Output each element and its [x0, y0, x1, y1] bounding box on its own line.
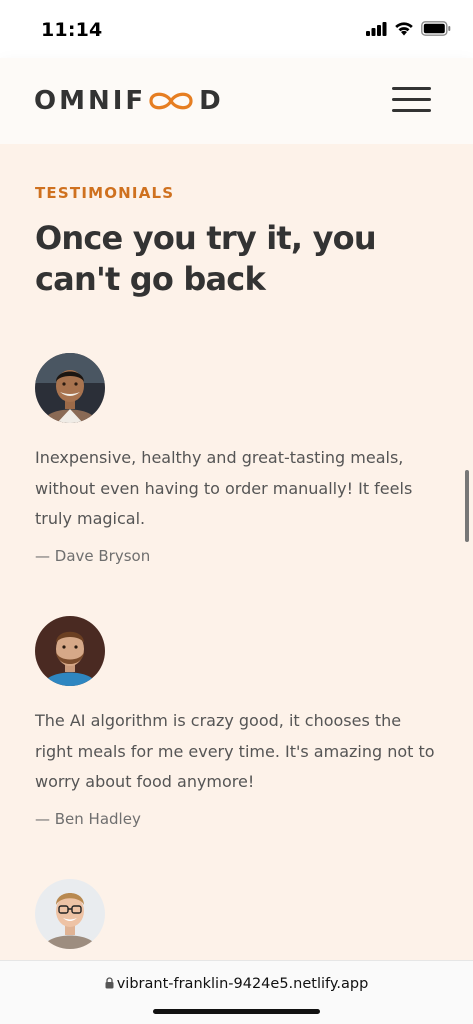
lock-icon: [105, 977, 114, 989]
testimonial-quote: Inexpensive, healthy and great-tasting m…: [35, 448, 413, 528]
url-display[interactable]: vibrant-franklin-9424e5.netlify.app: [0, 976, 473, 992]
testimonial: Inexpensive, healthy and great-tasting m…: [35, 353, 440, 565]
status-bar: 11:14: [0, 0, 473, 58]
testimonial-author: — Dave Bryson: [35, 546, 151, 565]
section-heading: Once you try it, you can't go back: [35, 219, 377, 298]
logo-text-left: OMNIF: [34, 86, 147, 116]
status-icons: [366, 21, 451, 36]
infinity-icon: [149, 92, 193, 110]
customer-avatar: [35, 353, 105, 423]
page-scrollbar[interactable]: [465, 470, 469, 542]
url-text: vibrant-franklin-9424e5.netlify.app: [116, 976, 369, 992]
testimonials-section: TESTIMONIALS Once you try it, you can't …: [0, 144, 473, 960]
omnifood-logo[interactable]: OMNIF D: [34, 86, 224, 116]
testimonial: The AI algorithm is crazy good, it choos…: [35, 616, 440, 828]
testimonial-author: — Ben Hadley: [35, 809, 141, 828]
testimonial-quote: The AI algorithm is crazy good, it choos…: [35, 711, 435, 791]
customer-avatar: [35, 616, 105, 686]
section-subheading: TESTIMONIALS: [35, 184, 175, 202]
customer-avatar: [35, 879, 105, 949]
home-indicator[interactable]: [153, 1009, 320, 1014]
hamburger-menu-icon[interactable]: [392, 87, 431, 113]
browser-url-bar[interactable]: vibrant-franklin-9424e5.netlify.app: [0, 960, 473, 1024]
battery-icon: [421, 21, 451, 36]
site-header: OMNIF D: [0, 58, 473, 144]
testimonial: [35, 879, 440, 960]
wifi-icon: [395, 22, 413, 36]
logo-text-right: D: [199, 86, 224, 116]
cellular-signal-icon: [366, 21, 387, 36]
status-time: 11:14: [41, 19, 103, 41]
